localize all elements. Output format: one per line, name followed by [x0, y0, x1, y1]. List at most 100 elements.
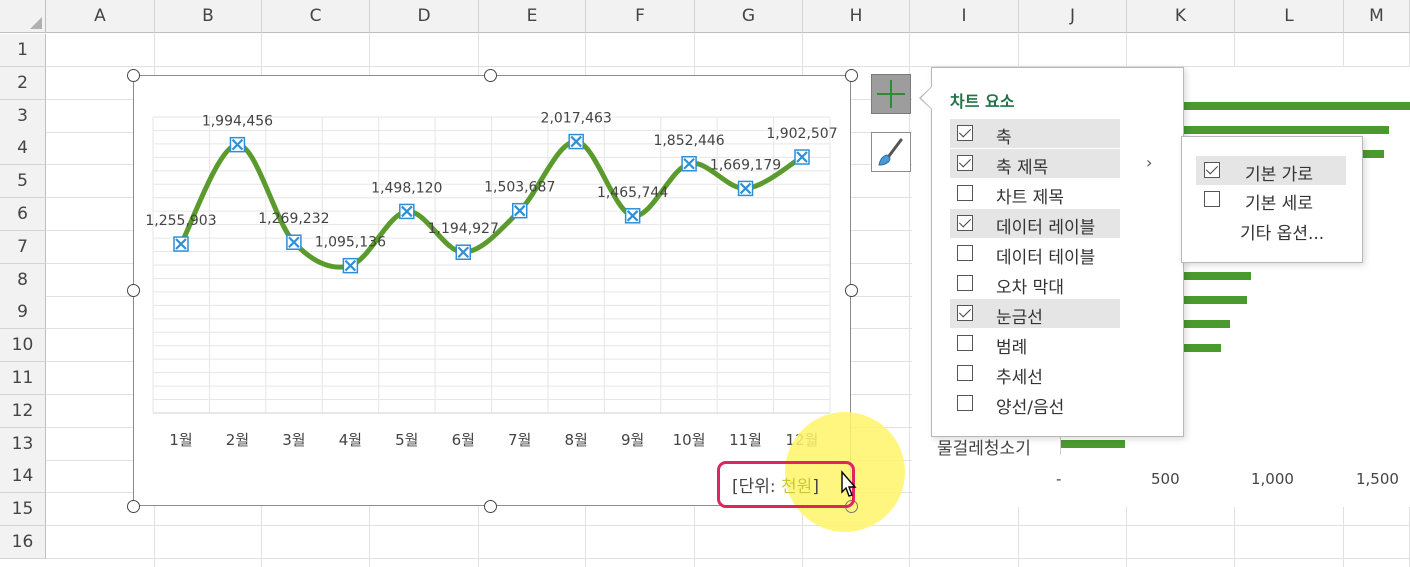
data-point-marker	[511, 202, 528, 219]
checkbox[interactable]	[1204, 191, 1220, 207]
chart-elements-button[interactable]	[871, 74, 911, 114]
checkbox[interactable]	[957, 125, 973, 141]
row-header[interactable]: 11	[0, 362, 46, 395]
gridline-horizontal	[46, 525, 1410, 527]
chart-element-item[interactable]: 축 제목	[950, 149, 1120, 178]
gridline-horizontal	[46, 558, 1410, 559]
row-header[interactable]: 12	[0, 394, 46, 428]
checkbox[interactable]	[957, 335, 973, 351]
column-header[interactable]: H	[803, 0, 910, 33]
column-header[interactable]: A	[46, 0, 155, 33]
data-point-marker	[455, 244, 472, 260]
resize-handle-left[interactable]	[127, 284, 140, 297]
data-label: 1,994,456	[202, 114, 273, 130]
column-header[interactable]: F	[586, 0, 695, 33]
chart-element-label: 데이터 테이블	[996, 248, 1096, 268]
resize-handle-right[interactable]	[845, 284, 858, 297]
column-header[interactable]: J	[1019, 0, 1127, 33]
category-label: 2월	[226, 431, 249, 449]
category-label: 3월	[282, 431, 305, 449]
resize-handle-top[interactable]	[484, 69, 497, 82]
checkbox[interactable]	[957, 215, 973, 231]
data-point-marker	[342, 257, 359, 274]
data-label: 1,465,744	[597, 185, 668, 201]
resize-handle-bottom[interactable]	[484, 500, 497, 513]
select-all-corner[interactable]	[0, 0, 46, 33]
chart-element-item[interactable]: 추세선	[950, 359, 1120, 388]
background-tick-label: 1,000	[1251, 470, 1294, 488]
column-header[interactable]: G	[695, 0, 803, 33]
checkbox[interactable]	[957, 275, 973, 291]
row-header[interactable]: 4	[0, 132, 46, 166]
row-header[interactable]: 14	[0, 460, 46, 494]
chart-element-label: 범례	[996, 338, 1028, 358]
column-header[interactable]: M	[1344, 0, 1410, 33]
chart-element-item[interactable]: 눈금선	[950, 299, 1120, 328]
chart-element-item[interactable]: 양선/음선	[950, 389, 1120, 418]
chart-element-item[interactable]: 범례	[950, 329, 1120, 358]
checkbox[interactable]	[957, 365, 973, 381]
background-tick-label: 500	[1151, 470, 1180, 488]
row-header[interactable]: 10	[0, 329, 46, 363]
background-tick-label: 1,500	[1356, 470, 1399, 488]
row-header[interactable]: 15	[0, 493, 46, 527]
chart-element-item[interactable]: 축	[950, 119, 1120, 148]
row-header[interactable]: 16	[0, 526, 46, 559]
chart-element-item[interactable]: 차트 제목	[950, 179, 1120, 208]
checkbox[interactable]	[957, 395, 973, 411]
chart-styles-button[interactable]	[871, 132, 911, 172]
resize-handle-bottom-left[interactable]	[127, 500, 140, 513]
category-label: 8월	[565, 431, 588, 449]
row-header[interactable]: 6	[0, 198, 46, 231]
column-header[interactable]: C	[262, 0, 370, 33]
checkbox[interactable]	[1204, 162, 1220, 178]
column-header[interactable]: E	[479, 0, 586, 33]
row-header[interactable]: 8	[0, 263, 46, 297]
checkbox[interactable]	[957, 185, 973, 201]
category-label: 11월	[729, 431, 762, 449]
checkbox[interactable]	[957, 305, 973, 321]
background-chart-axis-line	[1060, 437, 1061, 455]
category-label: 6월	[452, 431, 475, 449]
chart-element-item[interactable]: 데이터 레이블	[950, 209, 1120, 238]
checkbox[interactable]	[957, 245, 973, 261]
row-header[interactable]: 9	[0, 296, 46, 330]
data-label: 1,503,687	[484, 180, 555, 196]
resize-handle-top-right[interactable]	[845, 69, 858, 82]
background-bar	[1184, 272, 1251, 280]
chart-area[interactable]: 1,255,903 1월 1,994,456 2월 1,269,232 3월 1,095,1…	[133, 75, 851, 506]
column-header[interactable]: L	[1235, 0, 1344, 33]
data-point-marker	[229, 136, 246, 153]
submenu-item-primary-horizontal[interactable]: 기본 가로	[1196, 156, 1346, 185]
column-header[interactable]: K	[1127, 0, 1235, 33]
row-header[interactable]: 2	[0, 66, 46, 100]
row-header[interactable]: 5	[0, 165, 46, 199]
chart-element-item[interactable]: 데이터 테이블	[950, 239, 1120, 268]
unit-label[interactable]: [단위: 천원]	[732, 472, 819, 497]
column-header[interactable]: I	[910, 0, 1019, 33]
row-header[interactable]: 1	[0, 34, 46, 67]
data-label: 1,902,507	[766, 126, 837, 142]
more-options-link[interactable]: 기타 옵션...	[1240, 219, 1324, 244]
checkbox[interactable]	[957, 155, 973, 171]
resize-handle-top-left[interactable]	[127, 69, 140, 82]
background-bar	[1184, 296, 1247, 304]
column-header[interactable]: D	[370, 0, 479, 33]
background-tick-label: -	[1056, 470, 1062, 488]
move-cursor-icon	[836, 470, 860, 504]
submenu-item-primary-vertical[interactable]: 기본 세로	[1196, 185, 1346, 214]
background-category-label: 물걸레청소기	[937, 439, 1031, 459]
submenu-chevron-icon[interactable]: ›	[1146, 153, 1152, 172]
row-header[interactable]: 13	[0, 427, 46, 461]
data-label: 2,017,463	[541, 111, 612, 127]
category-label: 4월	[339, 431, 362, 449]
row-header[interactable]: 7	[0, 230, 46, 264]
chart-element-label: 눈금선	[996, 308, 1043, 328]
data-label: 1,669,179	[710, 157, 781, 173]
row-header[interactable]: 3	[0, 99, 46, 133]
column-header[interactable]: B	[155, 0, 262, 33]
data-label: 1,255,903	[145, 213, 216, 229]
background-bar	[1184, 344, 1221, 352]
chart-element-item[interactable]: 오차 막대	[950, 269, 1120, 298]
panel-title: 차트 요소	[950, 92, 1015, 111]
